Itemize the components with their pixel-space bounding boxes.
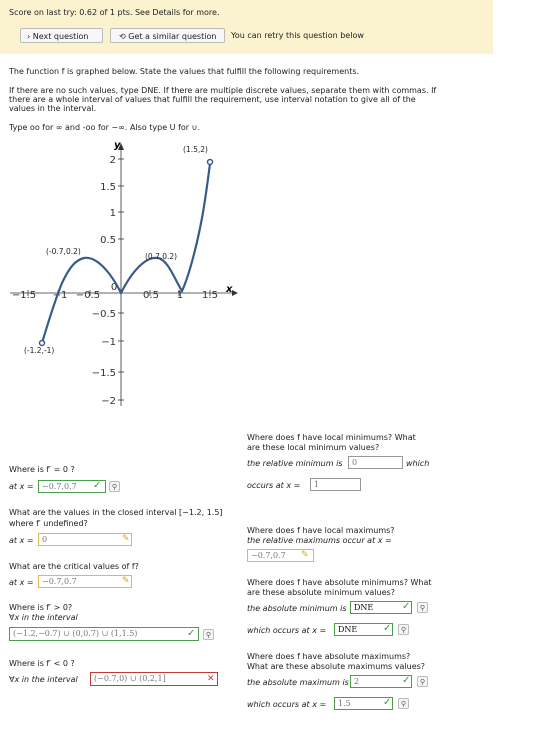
x-tick: −0.5 — [76, 290, 100, 301]
r1-line2: occurs at x = — [247, 481, 301, 490]
r1-line1: the relative minimum is — [247, 459, 343, 468]
point-label: (1.5,2) — [183, 145, 208, 154]
r1-occurs-at-input[interactable]: 1 — [310, 478, 361, 491]
q5-answer-input[interactable]: (−0.7,0) ∪ (0.2,1] — [90, 672, 218, 686]
r3-title-a: Where does f have absolute minimums? Wha… — [247, 578, 432, 587]
q5-prefix: ∀x in the interval — [9, 675, 78, 684]
r1-min-value-input[interactable]: 0 — [348, 456, 403, 469]
q2-answer-input[interactable]: 0 — [38, 533, 132, 546]
x-tick: −1.5 — [12, 290, 36, 301]
q1-title: Where is f′ = 0 ? — [9, 465, 75, 474]
correct-check-icon: ✓ — [93, 480, 102, 491]
r1-title-a: Where does f have local minimums? What — [247, 433, 416, 442]
correct-check-icon: ✓ — [402, 601, 411, 612]
q5-title: Where is f′ < 0 ? — [9, 659, 75, 668]
score-banner: Score on last try: 0.62 of 1 pts. See De… — [0, 0, 493, 54]
y-tick: 2 — [110, 155, 116, 166]
pencil-icon: ✎ — [122, 576, 130, 586]
function-graph: y x 2 1.5 1 0.5 −0.5 −1 −1.5 −2 −1.5 −1 … — [10, 140, 238, 407]
y-tick: −2 — [101, 396, 116, 407]
key-icon[interactable]: ⚲ — [398, 624, 409, 635]
correct-check-icon: ✓ — [383, 623, 392, 634]
q4-title: Where is f′ > 0? — [9, 603, 73, 612]
r1-title-b: are these local minimum values? — [247, 443, 380, 452]
q2-title-b: where f′ undefined? — [9, 519, 88, 528]
key-icon[interactable]: ⚲ — [109, 481, 120, 492]
r1-which: which — [406, 459, 430, 468]
point-label: (-1.2,-1) — [24, 346, 54, 355]
y-tick: 1.5 — [100, 182, 116, 193]
pencil-icon: ✎ — [122, 534, 130, 544]
r2-title: Where does f have local maximums? — [247, 526, 395, 535]
q3-answer-input[interactable]: −0.7,0.7 — [38, 575, 132, 588]
incorrect-x-icon: ✕ — [207, 674, 215, 684]
score-text: Score on last try: 0.62 of 1 pts. See De… — [9, 8, 220, 17]
next-question-button[interactable]: › Next question — [20, 28, 103, 43]
point-label: (-0.7,0.2) — [46, 247, 81, 256]
key-icon[interactable]: ⚲ — [398, 698, 409, 709]
q4-answer-input[interactable]: (−1.2,−0.7) ∪ (0,0.7) ∪ (1,1.5) — [9, 627, 199, 641]
instruction-line-4: values in the interval. — [9, 104, 97, 113]
r4-line2: which occurs at x = — [247, 700, 327, 709]
r3-title-b: are these absolute minimum values? — [247, 588, 395, 597]
y-tick: −0.5 — [92, 309, 116, 320]
point-label: (0.7,0.2) — [145, 252, 177, 261]
r4-title-b: What are these absolute maximums values? — [247, 662, 426, 671]
r3-line1: the absolute minimum is — [247, 604, 347, 613]
instruction-line-5: Type oo for ∞ and -oo for −∞. Also type … — [9, 123, 201, 132]
key-icon[interactable]: ⚲ — [417, 602, 428, 613]
x-tick: 0.5 — [143, 290, 159, 301]
x-axis-arrow — [232, 290, 238, 296]
correct-check-icon: ✓ — [383, 697, 392, 708]
pencil-icon: ✎ — [301, 550, 309, 560]
q2-prefix: at x = — [9, 536, 34, 545]
x-tick: 1.5 — [202, 290, 218, 301]
open-endpoint-right — [206, 158, 214, 166]
r3-line2: which occurs at x = — [247, 626, 327, 635]
similar-question-label: Get a similar question — [128, 32, 217, 41]
q3-title: What are the critical values of f? — [9, 562, 139, 571]
r2-line1: the relative maximums occur at x = — [247, 536, 392, 545]
correct-check-icon: ✓ — [402, 675, 411, 686]
x-axis-label: x — [225, 284, 233, 295]
key-icon[interactable]: ⚲ — [417, 676, 428, 687]
key-icon[interactable]: ⚲ — [203, 629, 214, 640]
r4-line1: the absolute maximum is — [247, 678, 349, 687]
y-tick: 1 — [110, 208, 116, 219]
q4-sub: ∀x in the interval — [9, 613, 78, 622]
open-endpoint-left — [38, 339, 46, 347]
retry-text: You can retry this question below — [231, 31, 364, 40]
similar-question-button[interactable]: ⟲ Get a similar question — [110, 28, 225, 43]
y-tick: −1.5 — [92, 368, 116, 379]
correct-check-icon: ✓ — [187, 628, 196, 639]
refresh-icon: ⟲ — [119, 32, 129, 41]
y-tick: −1 — [101, 337, 116, 348]
y-axis-label: y — [114, 140, 121, 151]
instruction-line-1: The function f is graphed below. State t… — [9, 67, 360, 76]
q3-prefix: at x = — [9, 578, 34, 587]
q1-prefix: at x = — [9, 482, 34, 491]
r4-title-a: Where does f have absolute maximums? — [247, 652, 411, 661]
y-tick: 0.5 — [100, 235, 116, 246]
q2-title-a: What are the values in the closed interv… — [9, 508, 223, 517]
